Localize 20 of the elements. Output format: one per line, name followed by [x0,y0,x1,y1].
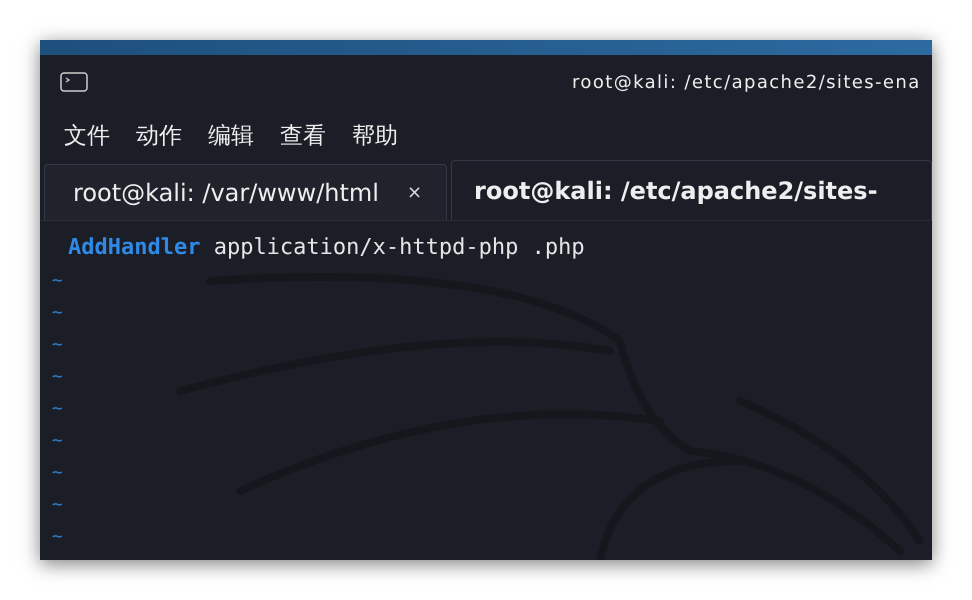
menu-item[interactable]: 文件 [64,120,110,150]
tab[interactable]: root@kali: /var/www/html × [44,164,448,220]
empty-line-marker: ~ [52,429,64,453]
menu-item[interactable]: 动作 [136,120,182,150]
window-title: root@kali: /etc/apache2/sites-ena [572,72,921,93]
tab[interactable]: root@kali: /etc/apache2/sites- [451,160,932,220]
empty-line-marker: ~ [52,301,64,325]
empty-line-marker: ~ [52,461,64,485]
menu-item[interactable]: 帮助 [352,120,398,150]
code-line: AddHandler application/x-httpd-php .php [67,234,586,262]
empty-line-marker: ~ [52,365,64,389]
close-button[interactable]: × [406,182,422,203]
terminal-icon [60,72,88,92]
empty-line-marker: ~ [52,269,64,293]
empty-line-marker: ~ [52,397,64,421]
empty-line-marker: ~ [52,525,64,549]
empty-line-marker: ~ [52,493,64,517]
empty-line-marker: ~ [52,333,64,357]
menu-item[interactable]: 查看 [280,120,326,150]
menu-item[interactable]: 编辑 [208,120,254,150]
